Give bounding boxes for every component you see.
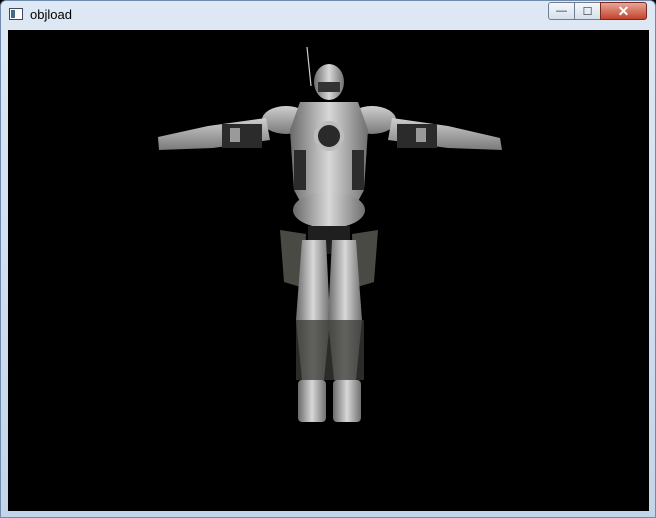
maximize-icon: ☐ [582,5,593,18]
maximize-button[interactable]: ☐ [574,2,601,20]
title-bar[interactable]: objload — ☐ ✕ [1,1,655,29]
window-title: objload [30,7,72,22]
window-icon[interactable] [9,8,23,20]
model-render [158,46,502,422]
minimize-icon: — [556,5,567,17]
render-viewport[interactable] [8,30,649,511]
armored-figure [158,46,502,422]
minimize-button[interactable]: — [548,2,575,20]
app-window: objload — ☐ ✕ [0,0,656,518]
close-button[interactable]: ✕ [600,2,647,20]
close-icon: ✕ [617,2,630,19]
